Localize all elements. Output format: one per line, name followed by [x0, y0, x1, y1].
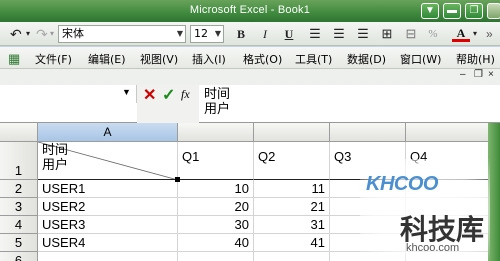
- menu-format[interactable]: 格式(O): [243, 51, 282, 67]
- menu-tools[interactable]: 工具(T): [295, 51, 332, 67]
- cell-q2[interactable]: 21: [254, 198, 330, 216]
- formula-bar: ▼ ✕ ✓ fx 时间 用户: [0, 85, 500, 123]
- formatting-toolbar: ↶ ▾ ↷ ▾ 宋体 ▼ 12 ▼ B I U ☰ ☰ ☰ ⊞ ⊟ % A ▾ …: [0, 22, 500, 46]
- cell-q1[interactable]: 20: [178, 198, 254, 216]
- menu-file[interactable]: 文件(F): [35, 51, 72, 67]
- merge-center-icon[interactable]: ⊞: [378, 25, 396, 43]
- cell-empty[interactable]: [254, 252, 330, 261]
- toolbar-options-icon[interactable]: »: [486, 25, 493, 43]
- font-name-value: 宋体: [62, 27, 84, 40]
- cell-empty[interactable]: [178, 252, 254, 261]
- percent-button[interactable]: %: [424, 25, 442, 43]
- cancel-icon[interactable]: ✕: [143, 85, 156, 105]
- menu-view[interactable]: 视图(V): [140, 51, 178, 67]
- formula-line2: 用户: [204, 102, 231, 117]
- undo-icon[interactable]: ↶: [10, 25, 22, 43]
- cell-user[interactable]: USER1: [38, 180, 178, 198]
- menu-help[interactable]: 帮助(H): [456, 51, 495, 67]
- redo-icon[interactable]: ↷: [36, 25, 48, 43]
- undo-dropdown-icon[interactable]: ▾: [26, 25, 30, 43]
- formula-line1: 时间: [204, 87, 231, 102]
- row-header[interactable]: 1: [0, 142, 38, 180]
- column-header-d[interactable]: [330, 123, 406, 142]
- fill-handle[interactable]: [175, 177, 180, 182]
- enter-icon[interactable]: ✓: [162, 85, 175, 105]
- formula-buttons: ✕ ✓ fx: [137, 85, 199, 123]
- cell-q2[interactable]: 31: [254, 216, 330, 234]
- column-header-c[interactable]: [254, 123, 330, 142]
- minimize-button[interactable]: ▼: [421, 3, 439, 19]
- watermark-brand: KHCOO: [366, 173, 438, 195]
- font-name-combo[interactable]: 宋体 ▼: [58, 25, 186, 43]
- row-header[interactable]: 2: [0, 180, 38, 198]
- cell-q1[interactable]: 10: [178, 180, 254, 198]
- cell-a1[interactable]: 时间 用户: [38, 142, 178, 180]
- redo-dropdown-icon[interactable]: ▾: [50, 25, 54, 43]
- font-size-value: 12: [194, 27, 208, 40]
- excel-window: Microsoft Excel - Book1 ▼ ▬ ❐ ↶ ▾ ↷ ▾ 宋体…: [0, 0, 500, 261]
- underline-button[interactable]: U: [280, 25, 298, 43]
- doc-close-icon[interactable]: ×: [488, 66, 494, 84]
- doc-minimize-icon[interactable]: –: [460, 66, 466, 84]
- insert-function-button[interactable]: fx: [181, 87, 190, 102]
- menu-edit[interactable]: 编辑(E): [88, 51, 126, 67]
- cell-q1[interactable]: 40: [178, 234, 254, 252]
- cell-a1-line2: 用户: [42, 158, 69, 173]
- menu-insert[interactable]: 插入(I): [192, 51, 226, 67]
- formula-content[interactable]: 时间 用户: [204, 87, 230, 117]
- column-header-b[interactable]: [178, 123, 254, 142]
- chevron-down-icon: ▼: [214, 29, 221, 38]
- name-box[interactable]: ▼: [0, 85, 137, 103]
- doc-restore-icon[interactable]: ❐: [474, 66, 483, 84]
- watermark: KHCOO 科技库 khcoo.com: [360, 159, 490, 261]
- font-color-button[interactable]: A: [452, 25, 470, 42]
- title-bar: Microsoft Excel - Book1 ▼ ▬ ❐: [0, 0, 500, 22]
- chevron-down-icon: ▼: [176, 29, 183, 38]
- cell-user[interactable]: USER4: [38, 234, 178, 252]
- cell-a1-text: 时间 用户: [42, 143, 68, 173]
- cell-user[interactable]: USER3: [38, 216, 178, 234]
- menu-window[interactable]: 窗口(W): [400, 51, 441, 67]
- bold-button[interactable]: B: [232, 25, 250, 43]
- watermark-url: khcoo.com: [406, 242, 460, 254]
- column-header-a[interactable]: A: [38, 123, 178, 142]
- menu-data[interactable]: 数据(D): [347, 51, 386, 67]
- cell-q2[interactable]: 41: [254, 234, 330, 252]
- font-color-dropdown-icon[interactable]: ▾: [473, 25, 477, 43]
- cell-a1-line1: 时间: [42, 143, 69, 158]
- menu-bar: ▦ 文件(F) 编辑(E) 视图(V) 插入(I) 格式(O) 工具(T) 数据…: [0, 47, 500, 69]
- cell-user[interactable]: USER2: [38, 198, 178, 216]
- cell-empty[interactable]: [38, 252, 178, 261]
- row-header[interactable]: 6: [0, 252, 38, 261]
- name-box-dropdown-icon[interactable]: ▼: [122, 87, 131, 97]
- worksheet-grid[interactable]: A 1 2 3 4 5 6 时间 用户 Q1 Q2 Q3 Q4 USER1 10…: [0, 123, 500, 261]
- cell-q2-header[interactable]: Q2: [254, 142, 330, 180]
- close-button[interactable]: [487, 3, 500, 19]
- excel-doc-icon[interactable]: ▦: [8, 50, 20, 68]
- toolbar-gap: – ❐ ×: [0, 69, 500, 85]
- maximize-button[interactable]: ❐: [465, 3, 483, 19]
- column-header-e[interactable]: [406, 123, 500, 142]
- currency-icon[interactable]: ⊟: [402, 25, 420, 43]
- align-right-icon[interactable]: ☰: [354, 25, 372, 43]
- select-all-corner[interactable]: [0, 123, 38, 142]
- row-header[interactable]: 5: [0, 234, 38, 252]
- cell-q1-header[interactable]: Q1: [178, 142, 254, 180]
- minimize-icon-button[interactable]: ▬: [443, 3, 461, 19]
- cell-q2[interactable]: 11: [254, 180, 330, 198]
- align-center-icon[interactable]: ☰: [330, 25, 348, 43]
- cell-q1[interactable]: 30: [178, 216, 254, 234]
- row-header[interactable]: 3: [0, 198, 38, 216]
- font-size-combo[interactable]: 12 ▼: [190, 25, 224, 43]
- row-header[interactable]: 4: [0, 216, 38, 234]
- italic-button[interactable]: I: [256, 25, 274, 43]
- align-left-icon[interactable]: ☰: [306, 25, 324, 43]
